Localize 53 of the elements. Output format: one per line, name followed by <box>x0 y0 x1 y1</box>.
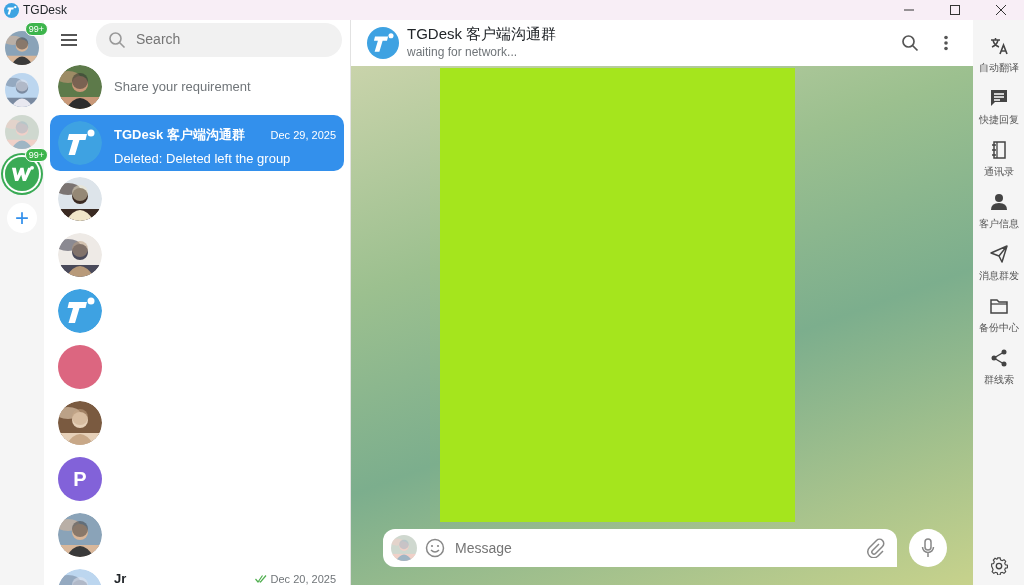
chat-title: TGDesk 客户端沟通群 <box>407 25 557 43</box>
search-button[interactable] <box>901 34 919 52</box>
settings-icon <box>989 556 1008 575</box>
menu-icon <box>60 32 78 47</box>
tool-button[interactable]: 通讯录 <box>973 140 1024 179</box>
chat-avatar-icon <box>367 27 399 59</box>
message-icon <box>988 88 1009 108</box>
tool-button[interactable]: 消息群发 <box>973 244 1024 283</box>
unread-badge: 99+ <box>24 148 48 162</box>
person-icon <box>988 192 1009 212</box>
folder-icon <box>988 296 1009 316</box>
logo-icon <box>58 289 102 334</box>
tool-button[interactable]: 群线索 <box>973 348 1024 387</box>
chat-status: waiting for network... <box>407 44 519 61</box>
search-input[interactable]: Search <box>134 28 314 52</box>
app-logo-icon <box>4 2 19 18</box>
search-icon <box>108 30 126 49</box>
chat-preview: Share your requirement <box>114 78 252 97</box>
paperclip-icon <box>867 538 885 558</box>
smiley-icon <box>425 538 445 558</box>
unread-badge: 99+ <box>24 22 48 36</box>
paper-plane-icon <box>988 244 1009 264</box>
voice-button[interactable] <box>909 529 947 567</box>
tool-button[interactable]: 快捷回复 <box>973 88 1024 127</box>
microphone-icon <box>921 538 935 558</box>
message-field[interactable]: Message <box>383 529 897 567</box>
chat-preview: Deleted: Deleted left the group <box>114 149 292 168</box>
search-field[interactable]: Search <box>96 22 342 57</box>
account-avatar[interactable] <box>5 31 39 65</box>
menu-button[interactable] <box>60 32 78 47</box>
tool-button[interactable]: 备份中心 <box>973 296 1024 335</box>
message-input[interactable]: Message <box>453 536 859 560</box>
chat-date: Dec 20, 2025 <box>270 571 336 585</box>
more-icon <box>943 35 949 51</box>
logo-icon <box>5 157 39 191</box>
logo-icon <box>58 121 102 166</box>
close-icon <box>995 5 1007 15</box>
search-icon <box>901 34 919 52</box>
chat-name: Jr <box>114 570 127 585</box>
chat-item[interactable]: P <box>50 451 344 508</box>
avatar-initial: P <box>58 457 102 502</box>
chat-name: TGDesk 客户端沟通群 <box>114 126 245 145</box>
attach-button[interactable] <box>867 538 885 558</box>
tool-button[interactable]: 自动翻译 <box>973 36 1024 75</box>
more-button[interactable] <box>943 35 949 51</box>
emoji-button[interactable] <box>425 538 445 558</box>
tool-button[interactable]: 客户信息 <box>973 192 1024 231</box>
chat-item[interactable]: Share your requirement <box>50 59 344 116</box>
translate-icon <box>988 36 1009 56</box>
maximize-icon <box>949 5 961 15</box>
chat-date: Dec 29, 2025 <box>270 127 336 143</box>
chat-item[interactable]: Jr Dec 20, 2025 <box>50 563 344 585</box>
window-title: TGDesk <box>23 2 67 19</box>
